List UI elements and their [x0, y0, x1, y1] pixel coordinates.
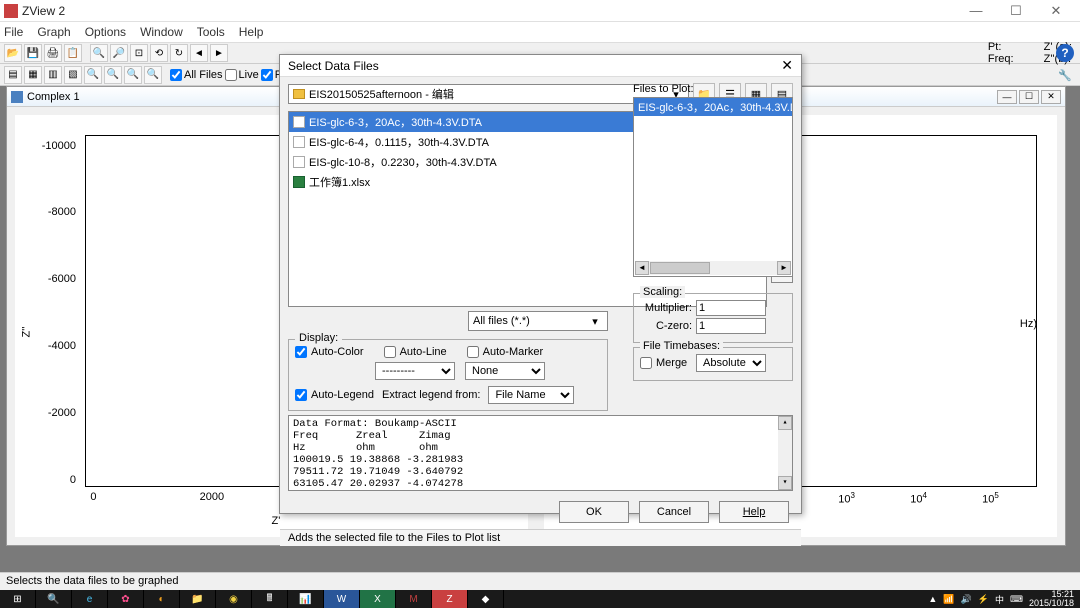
- folder-icon: [293, 89, 305, 99]
- system-tray[interactable]: ▲ 📶 🔊 ⚡ 中 ⌨ 15:21 2015/10/18: [928, 590, 1080, 608]
- chk-autolegend[interactable]: Auto-Legend: [295, 389, 374, 401]
- app-icon: [4, 4, 18, 18]
- zoom-fit-icon[interactable]: ⊡: [130, 44, 148, 62]
- chk-live[interactable]: Live: [225, 69, 259, 81]
- open-icon[interactable]: 📂: [4, 44, 22, 62]
- menu-help[interactable]: Help: [239, 25, 264, 39]
- zoom-reset-icon[interactable]: ⟲: [150, 44, 168, 62]
- excel-icon[interactable]: X: [360, 590, 396, 608]
- plot-item[interactable]: EIS-glc-6-3，20Ac，30th-4.3V.DTA: [634, 98, 792, 116]
- marker-select[interactable]: None: [465, 362, 545, 380]
- czero-input[interactable]: [696, 318, 766, 334]
- tray-icon[interactable]: ⌨: [1010, 594, 1023, 605]
- tray-icon[interactable]: 📶: [943, 594, 954, 605]
- menu-bar: File Graph Options Window Tools Help: [0, 22, 1080, 42]
- chk-automarker[interactable]: Auto-Marker: [467, 346, 544, 358]
- dialog-close-icon[interactable]: ✕: [781, 57, 793, 74]
- menu-options[interactable]: Options: [85, 25, 126, 39]
- tb2-3[interactable]: ▥: [44, 66, 62, 84]
- maximize-button[interactable]: ☐: [996, 0, 1036, 22]
- explorer-icon[interactable]: 📁: [180, 590, 216, 608]
- plot-list[interactable]: EIS-glc-6-3，20Ac，30th-4.3V.DTA ◄►: [633, 97, 793, 277]
- cw-min[interactable]: —: [997, 90, 1017, 104]
- tool-config-icon[interactable]: 🔧: [1056, 66, 1074, 84]
- h-scrollbar[interactable]: ◄►: [635, 261, 791, 275]
- task-icon[interactable]: ✿: [108, 590, 144, 608]
- status-bar: Selects the data files to be graphed: [0, 572, 1080, 590]
- chk-allfiles[interactable]: All Files: [170, 69, 223, 81]
- tb2-7[interactable]: 🔍: [124, 66, 142, 84]
- tb2-6[interactable]: 🔍: [104, 66, 122, 84]
- prev-icon[interactable]: ◄: [190, 44, 208, 62]
- select-data-files-dialog: Select Data Files ✕ EIS20150525afternoon…: [279, 54, 802, 514]
- file-icon: [293, 116, 305, 128]
- calc-icon[interactable]: 🖩: [252, 590, 288, 608]
- close-button[interactable]: ✕: [1036, 0, 1076, 22]
- task-icon[interactable]: 🔍: [36, 590, 72, 608]
- ime-indicator[interactable]: 中: [995, 593, 1004, 606]
- start-button[interactable]: ⊞: [0, 590, 36, 608]
- chart-window-icon: [11, 91, 23, 103]
- line-style-select[interactable]: ---------: [375, 362, 455, 380]
- chk-autoline[interactable]: Auto-Line: [384, 346, 447, 358]
- help-button[interactable]: Help: [719, 501, 789, 523]
- title-bar: ZView 2 — ☐ ✕: [0, 0, 1080, 22]
- chk-autocolor[interactable]: Auto-Color: [295, 346, 364, 358]
- task-icon[interactable]: ◐: [144, 590, 180, 608]
- minimize-button[interactable]: —: [956, 0, 996, 22]
- tb2-5[interactable]: 🔍: [84, 66, 102, 84]
- task-icon[interactable]: ◉: [216, 590, 252, 608]
- ie-icon[interactable]: e: [72, 590, 108, 608]
- app-title: ZView 2: [22, 4, 956, 18]
- timebase-select[interactable]: Absolute: [696, 354, 766, 372]
- file-icon: [293, 136, 305, 148]
- menu-file[interactable]: File: [4, 25, 23, 39]
- tray-icon[interactable]: ⚡: [978, 594, 989, 605]
- file-icon: [293, 156, 305, 168]
- word-icon[interactable]: W: [324, 590, 360, 608]
- task-icon[interactable]: M: [396, 590, 432, 608]
- clock-date: 2015/10/18: [1029, 599, 1074, 608]
- multiplier-input[interactable]: [696, 300, 766, 316]
- help-icon[interactable]: ?: [1056, 44, 1074, 62]
- tb2-8[interactable]: 🔍: [144, 66, 162, 84]
- zoom-out-icon[interactable]: 🔎: [110, 44, 128, 62]
- print-icon[interactable]: 🖨: [44, 44, 62, 62]
- next-icon[interactable]: ►: [210, 44, 228, 62]
- filter-dropdown[interactable]: All files (*.*)▾: [468, 311, 608, 331]
- task-icon[interactable]: 📊: [288, 590, 324, 608]
- refresh-icon[interactable]: ↻: [170, 44, 188, 62]
- tray-icon[interactable]: 🔊: [961, 594, 972, 605]
- xlsx-icon: [293, 176, 305, 188]
- ok-button[interactable]: OK: [559, 501, 629, 523]
- task-icon[interactable]: ◆: [468, 590, 504, 608]
- copy-icon[interactable]: 📋: [64, 44, 82, 62]
- zoom-in-icon[interactable]: 🔍: [90, 44, 108, 62]
- data-preview: Data Format: Boukamp-ASCII Freq Zreal Zi…: [288, 415, 793, 491]
- extract-select[interactable]: File Name: [488, 386, 574, 404]
- cancel-button[interactable]: Cancel: [639, 501, 709, 523]
- chart-window-title: Complex 1: [27, 91, 80, 103]
- tb2-4[interactable]: ▧: [64, 66, 82, 84]
- tb2-1[interactable]: ▤: [4, 66, 22, 84]
- menu-graph[interactable]: Graph: [37, 25, 70, 39]
- tb2-2[interactable]: ▦: [24, 66, 42, 84]
- chk-merge[interactable]: Merge: [640, 357, 692, 369]
- menu-tools[interactable]: Tools: [197, 25, 225, 39]
- plot-list-label: Files to Plot:: [633, 83, 793, 95]
- zview-icon[interactable]: Z: [432, 590, 468, 608]
- dialog-hint: Adds the selected file to the Files to P…: [280, 529, 801, 546]
- v-scrollbar[interactable]: ▴▾: [778, 416, 792, 490]
- folder-dropdown[interactable]: EIS20150525afternoon - 编辑 ▾: [288, 84, 689, 104]
- save-icon[interactable]: 💾: [24, 44, 42, 62]
- tray-icon[interactable]: ▲: [928, 594, 937, 604]
- cw-max[interactable]: ☐: [1019, 90, 1039, 104]
- menu-window[interactable]: Window: [140, 25, 183, 39]
- cw-close[interactable]: ✕: [1041, 90, 1061, 104]
- taskbar[interactable]: ⊞ 🔍 e ✿ ◐ 📁 ◉ 🖩 📊 W X M Z ◆ ▲ 📶 🔊 ⚡ 中 ⌨ …: [0, 590, 1080, 608]
- dialog-title: Select Data Files: [288, 59, 379, 73]
